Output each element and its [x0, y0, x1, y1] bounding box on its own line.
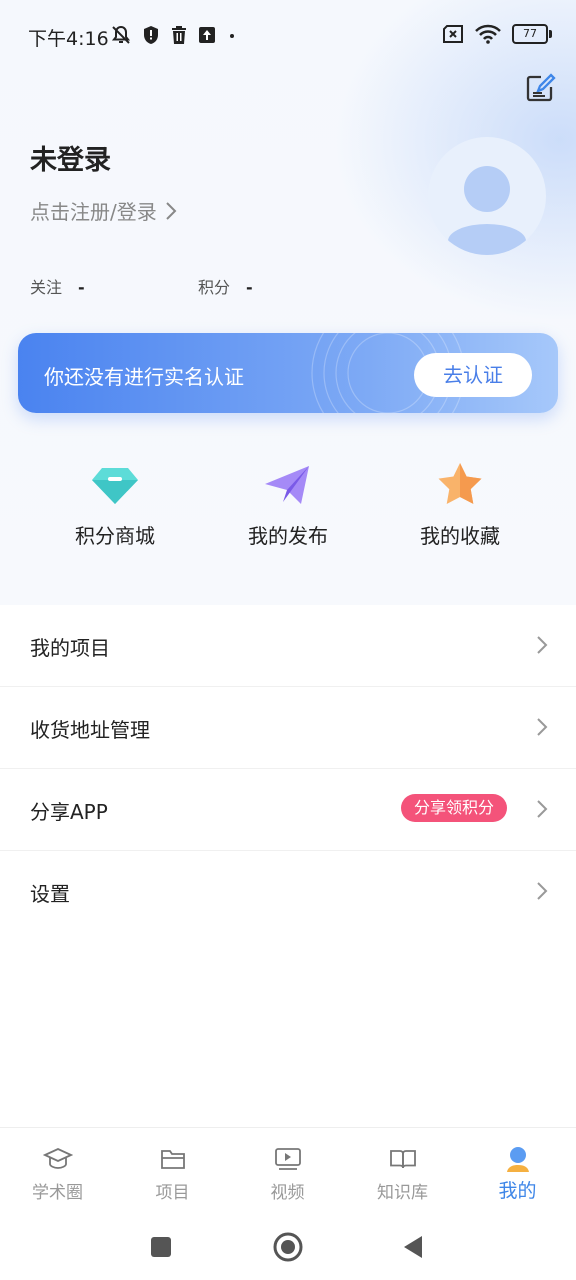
user-icon [506, 1147, 529, 1172]
quick-action-points-mall[interactable]: 积分商城 [30, 460, 200, 549]
share-points-badge: 分享领积分 [401, 794, 508, 822]
chevron-right-icon [537, 636, 548, 654]
quick-action-favorites[interactable]: 我的收藏 [375, 460, 545, 549]
login-link-label: 点击注册/登录 [30, 200, 157, 224]
trash-icon [172, 26, 186, 44]
status-time: 下午4:16 [28, 28, 109, 50]
verify-button[interactable]: 去认证 [414, 353, 532, 397]
graduation-cap-icon [42, 1148, 73, 1169]
chevron-right-icon [537, 718, 548, 736]
tab-academic[interactable]: 学术圈 [0, 1146, 115, 1203]
recents-button-icon[interactable] [141, 1227, 181, 1267]
menu-item-label: 收货地址管理 [30, 718, 150, 742]
username: 未登录 [30, 145, 111, 176]
mute-bell-icon [111, 25, 131, 44]
tab-knowledge[interactable]: 知识库 [345, 1146, 460, 1203]
tab-label: 知识库 [377, 1183, 428, 1203]
tab-mine[interactable]: 我的 [460, 1146, 575, 1203]
dot-icon [230, 34, 234, 38]
menu-item-my-projects[interactable]: 我的项目 [0, 605, 576, 687]
login-link[interactable]: 点击注册/登录 [30, 196, 177, 225]
quick-action-label: 我的收藏 [420, 524, 500, 548]
tab-label: 项目 [155, 1183, 190, 1203]
menu-item-label: 我的项目 [30, 636, 110, 660]
wifi-icon [475, 24, 501, 44]
stat-value: - [78, 278, 85, 297]
status-notification-icons [110, 24, 238, 46]
edit-profile-icon[interactable] [524, 72, 556, 104]
battery-indicator: 77 [512, 24, 552, 44]
back-button-icon[interactable] [394, 1227, 434, 1267]
avatar[interactable] [428, 137, 546, 255]
shield-icon [144, 26, 158, 44]
settings-menu: 我的项目 收货地址管理 分享APP 分享领积分 设置 [0, 605, 576, 932]
menu-item-label: 设置 [30, 882, 70, 906]
stat-value: - [246, 278, 253, 297]
tab-label: 学术圈 [32, 1183, 83, 1203]
book-icon [389, 1150, 416, 1169]
tab-label: 我的 [498, 1180, 537, 1202]
home-button-icon[interactable] [268, 1227, 308, 1267]
stat-label: 关注 [30, 278, 63, 297]
folder-icon [160, 1150, 185, 1169]
tab-projects[interactable]: 项目 [115, 1146, 230, 1203]
chevron-right-icon [537, 800, 548, 818]
default-avatar-icon [448, 166, 526, 255]
tab-label: 视频 [270, 1183, 305, 1203]
verification-message: 你还没有进行实名认证 [44, 365, 244, 389]
quick-action-label: 我的发布 [248, 524, 328, 548]
tab-video[interactable]: 视频 [230, 1146, 345, 1203]
status-bar: 下午4:16 77 [0, 0, 576, 72]
upload-icon [199, 27, 215, 43]
star-icon [438, 463, 482, 504]
no-sim-icon [443, 25, 463, 43]
bottom-tab-bar: 学术圈 项目 视频 知识库 我的 [0, 1127, 576, 1208]
verification-banner[interactable]: 你还没有进行实名认证 去认证 [18, 333, 558, 413]
menu-item-label: 分享APP [30, 800, 108, 824]
status-system-icons: 77 [442, 24, 552, 44]
stat-follow[interactable]: 关注 - [30, 274, 85, 298]
chevron-right-icon [166, 201, 177, 220]
stat-points[interactable]: 积分 - [198, 274, 253, 298]
video-icon [274, 1148, 301, 1170]
system-nav-bar [0, 1207, 576, 1280]
chevron-right-icon [537, 882, 548, 900]
quick-action-my-posts[interactable]: 我的发布 [203, 460, 373, 549]
menu-item-share-app[interactable]: 分享APP 分享领积分 [0, 769, 576, 851]
diamond-icon [92, 468, 138, 504]
paper-plane-icon [265, 466, 309, 504]
menu-item-address[interactable]: 收货地址管理 [0, 687, 576, 769]
quick-action-label: 积分商城 [75, 524, 155, 548]
menu-item-settings[interactable]: 设置 [0, 851, 576, 932]
stat-label: 积分 [198, 278, 231, 297]
